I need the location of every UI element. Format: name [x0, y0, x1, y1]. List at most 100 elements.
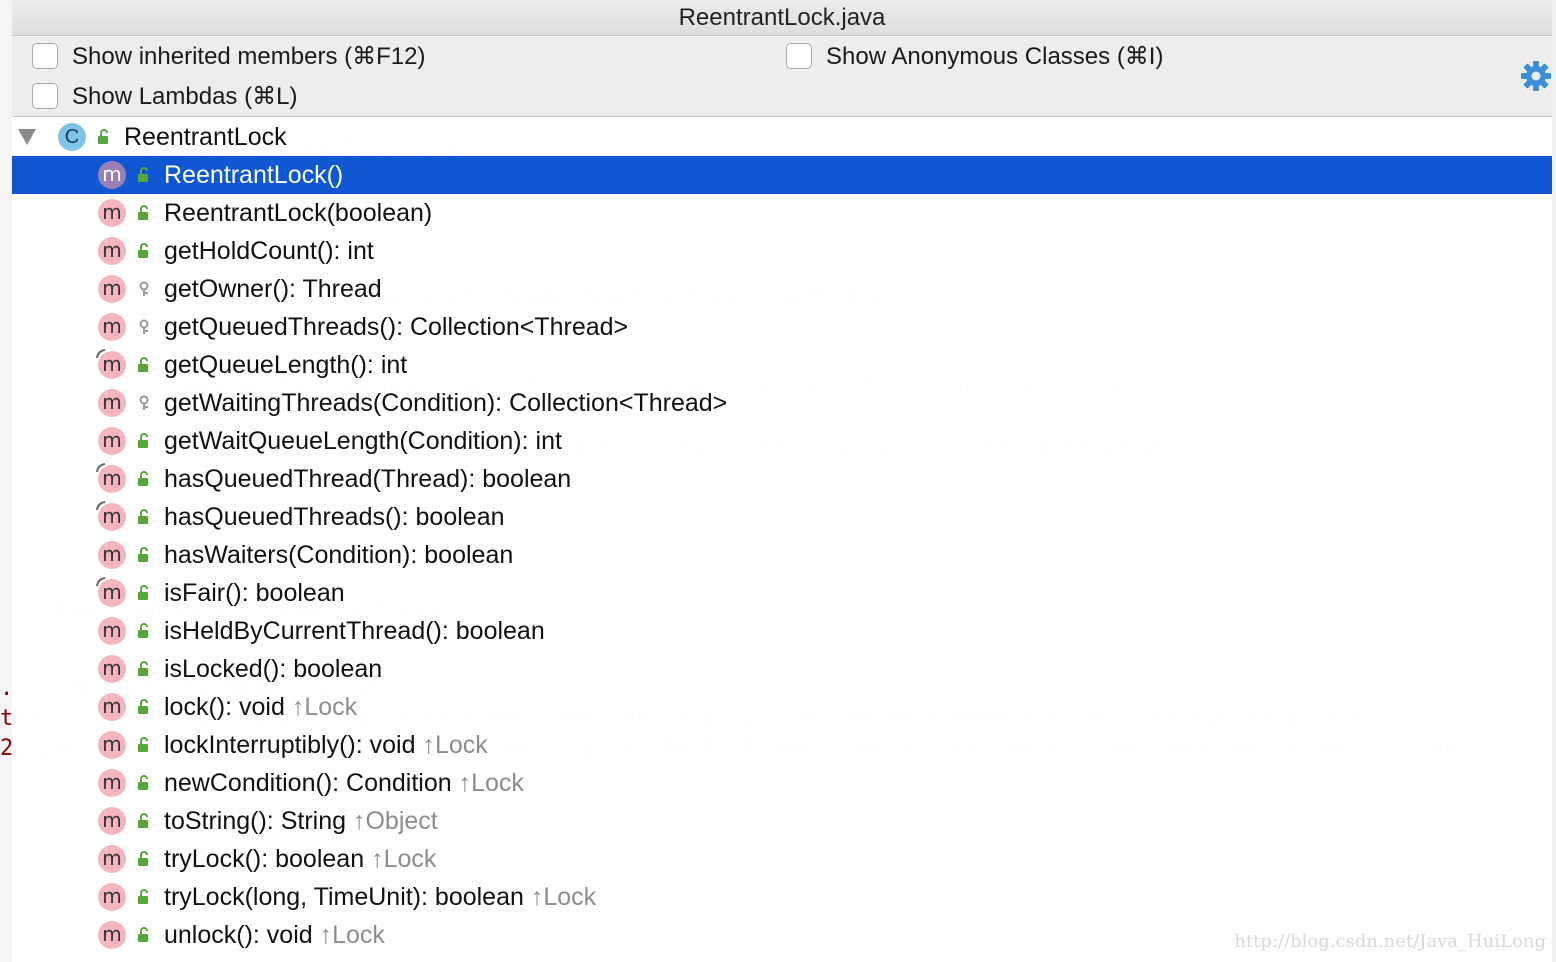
tree-member-row[interactable]: m getQueuedThreads(): Collection<Thread>	[12, 308, 1552, 346]
tree-member-row[interactable]: m hasQueuedThread(Thread): boolean	[12, 460, 1552, 498]
member-signature-text: hasQueuedThreads(): boolean	[164, 503, 505, 531]
member-signature-label: ReentrantLock()	[164, 156, 343, 194]
override-marker-icon	[96, 463, 106, 473]
method-icon: m	[98, 275, 126, 303]
member-signature-text: getHoldCount(): int	[164, 237, 374, 265]
public-lock-icon	[98, 129, 108, 144]
tree-member-row[interactable]: m getQueueLength(): int	[12, 346, 1552, 384]
tree-member-row[interactable]: m lockInterruptibly(): void ↑Lock	[12, 726, 1552, 764]
member-signature-text: getWaitQueueLength(Condition): int	[164, 427, 562, 455]
member-signature-text: toString(): String	[164, 807, 347, 835]
member-signature-text: getQueueLength(): int	[164, 351, 408, 379]
member-signature-label: lock(): void ↑Lock	[164, 688, 357, 726]
show-lambdas-checkbox[interactable]	[32, 83, 58, 109]
popup-title: ReentrantLock.java	[12, 0, 1552, 36]
tree-member-row[interactable]: m toString(): String ↑Object	[12, 802, 1552, 840]
structure-tree: C ReentrantLock m ReentrantLock() m Reentra…	[12, 118, 1552, 962]
gutter-mark: t	[0, 706, 14, 731]
member-signature-label: ReentrantLock(boolean)	[164, 194, 432, 232]
class-icon: C	[58, 123, 86, 151]
inherited-from-label: ↑Lock	[371, 845, 437, 873]
public-lock-icon	[138, 699, 148, 714]
show-lambdas-option[interactable]: Show Lambdas (⌘L)	[32, 81, 297, 111]
method-icon: m	[98, 237, 126, 265]
member-signature-label: hasQueuedThreads(): boolean	[164, 498, 505, 536]
tree-member-row[interactable]: m getHoldCount(): int	[12, 232, 1552, 270]
public-lock-icon	[138, 243, 148, 258]
tree-member-row[interactable]: m isFair(): boolean	[12, 574, 1552, 612]
member-signature-label: getQueueLength(): int	[164, 346, 407, 384]
public-lock-icon	[138, 471, 148, 486]
override-marker-icon	[96, 501, 106, 511]
tree-member-row[interactable]: m tryLock(): boolean ↑Lock	[12, 840, 1552, 878]
public-lock-icon	[138, 889, 148, 904]
member-signature-text: isHeldByCurrentThread(): boolean	[164, 617, 545, 645]
show-inherited-checkbox[interactable]	[32, 43, 58, 69]
public-lock-icon	[138, 661, 148, 676]
public-lock-icon	[138, 433, 148, 448]
inherited-from-label: ↑Lock	[291, 693, 358, 721]
member-signature-label: getOwner(): Thread	[164, 270, 382, 308]
tree-member-row[interactable]: m ReentrantLock(boolean)	[12, 194, 1552, 232]
gear-icon[interactable]	[1520, 60, 1552, 92]
inherited-from-label: ↑Lock	[319, 921, 385, 949]
editor-gutter: . t 2	[0, 0, 14, 962]
tree-member-row[interactable]: m getWaitingThreads(Condition): Collectio…	[12, 384, 1552, 422]
member-signature-text: getOwner(): Thread	[164, 275, 382, 303]
watermark: http://blog.csdn.net/Java_HuiLong	[1234, 931, 1546, 952]
file-structure-popup: ReentrantLock.java Show inherited member…	[12, 0, 1552, 962]
override-marker-icon	[96, 577, 106, 587]
tree-member-row[interactable]: m hasWaiters(Condition): boolean	[12, 536, 1552, 574]
tree-member-row[interactable]: m tryLock(long, TimeUnit): boolean ↑Lock	[12, 878, 1552, 916]
override-marker-icon	[96, 349, 106, 359]
member-signature-text: unlock(): void	[164, 921, 313, 949]
class-name-label: ReentrantLock	[124, 123, 287, 151]
show-inherited-label: Show inherited members (⌘F12)	[72, 42, 426, 70]
member-signature-label: isLocked(): boolean	[164, 650, 382, 688]
member-signature-text: newCondition(): Condition	[164, 769, 452, 797]
method-icon: m	[98, 199, 126, 227]
member-signature-text: ReentrantLock(boolean)	[164, 199, 433, 227]
editor-right-edge	[1552, 0, 1556, 962]
member-signature-label: unlock(): void ↑Lock	[164, 916, 385, 954]
tree-member-row[interactable]: m isLocked(): boolean	[12, 650, 1552, 688]
member-signature-text: isFair(): boolean	[164, 579, 345, 607]
public-lock-icon	[138, 813, 148, 828]
public-lock-icon	[138, 357, 148, 372]
member-signature-label: getQueuedThreads(): Collection<Thread>	[164, 308, 628, 346]
method-icon: m	[98, 655, 126, 683]
method-icon: m	[98, 807, 126, 835]
gutter-mark: .	[0, 676, 14, 701]
inherited-from-label: ↑Lock	[530, 883, 597, 911]
member-signature-label: isHeldByCurrentThread(): boolean	[164, 612, 545, 650]
tree-member-row[interactable]: m hasQueuedThreads(): boolean	[12, 498, 1552, 536]
tree-member-row[interactable]: m getWaitQueueLength(Condition): int	[12, 422, 1552, 460]
gutter-mark: 2	[0, 736, 14, 761]
show-anonymous-checkbox[interactable]	[786, 43, 812, 69]
show-inherited-option[interactable]: Show inherited members (⌘F12)	[32, 41, 425, 71]
expand-arrow-icon[interactable]	[18, 129, 36, 145]
tree-member-row[interactable]: m isHeldByCurrentThread(): boolean	[12, 612, 1552, 650]
member-signature-text: lockInterruptibly(): void	[164, 731, 416, 759]
tree-member-row[interactable]: m lock(): void ↑Lock	[12, 688, 1552, 726]
public-lock-icon	[138, 509, 148, 524]
tree-member-row[interactable]: m ReentrantLock()	[12, 156, 1552, 194]
member-signature-text: tryLock(long, TimeUnit): boolean	[164, 883, 524, 911]
method-icon: m	[98, 731, 126, 759]
public-lock-icon	[138, 547, 148, 562]
member-signature-text: ReentrantLock()	[164, 161, 344, 189]
tree-member-row[interactable]: m getOwner(): Thread	[12, 270, 1552, 308]
show-anonymous-option[interactable]: Show Anonymous Classes (⌘I)	[786, 41, 1163, 71]
member-signature-text: hasQueuedThread(Thread): boolean	[164, 465, 572, 493]
method-icon: m	[98, 313, 126, 341]
public-lock-icon	[138, 851, 148, 866]
inherited-from-label: ↑Lock	[422, 731, 488, 759]
member-signature-label: hasWaiters(Condition): boolean	[164, 536, 513, 574]
public-lock-icon	[138, 927, 148, 942]
tree-root-row[interactable]: C ReentrantLock	[12, 118, 1552, 156]
tree-member-row[interactable]: m newCondition(): Condition ↑Lock	[12, 764, 1552, 802]
method-icon: m	[98, 693, 126, 721]
member-signature-label: hasQueuedThread(Thread): boolean	[164, 460, 571, 498]
member-signature-text: getQueuedThreads(): Collection<Thread>	[164, 313, 629, 341]
member-signature-label: tryLock(): boolean ↑Lock	[164, 840, 436, 878]
